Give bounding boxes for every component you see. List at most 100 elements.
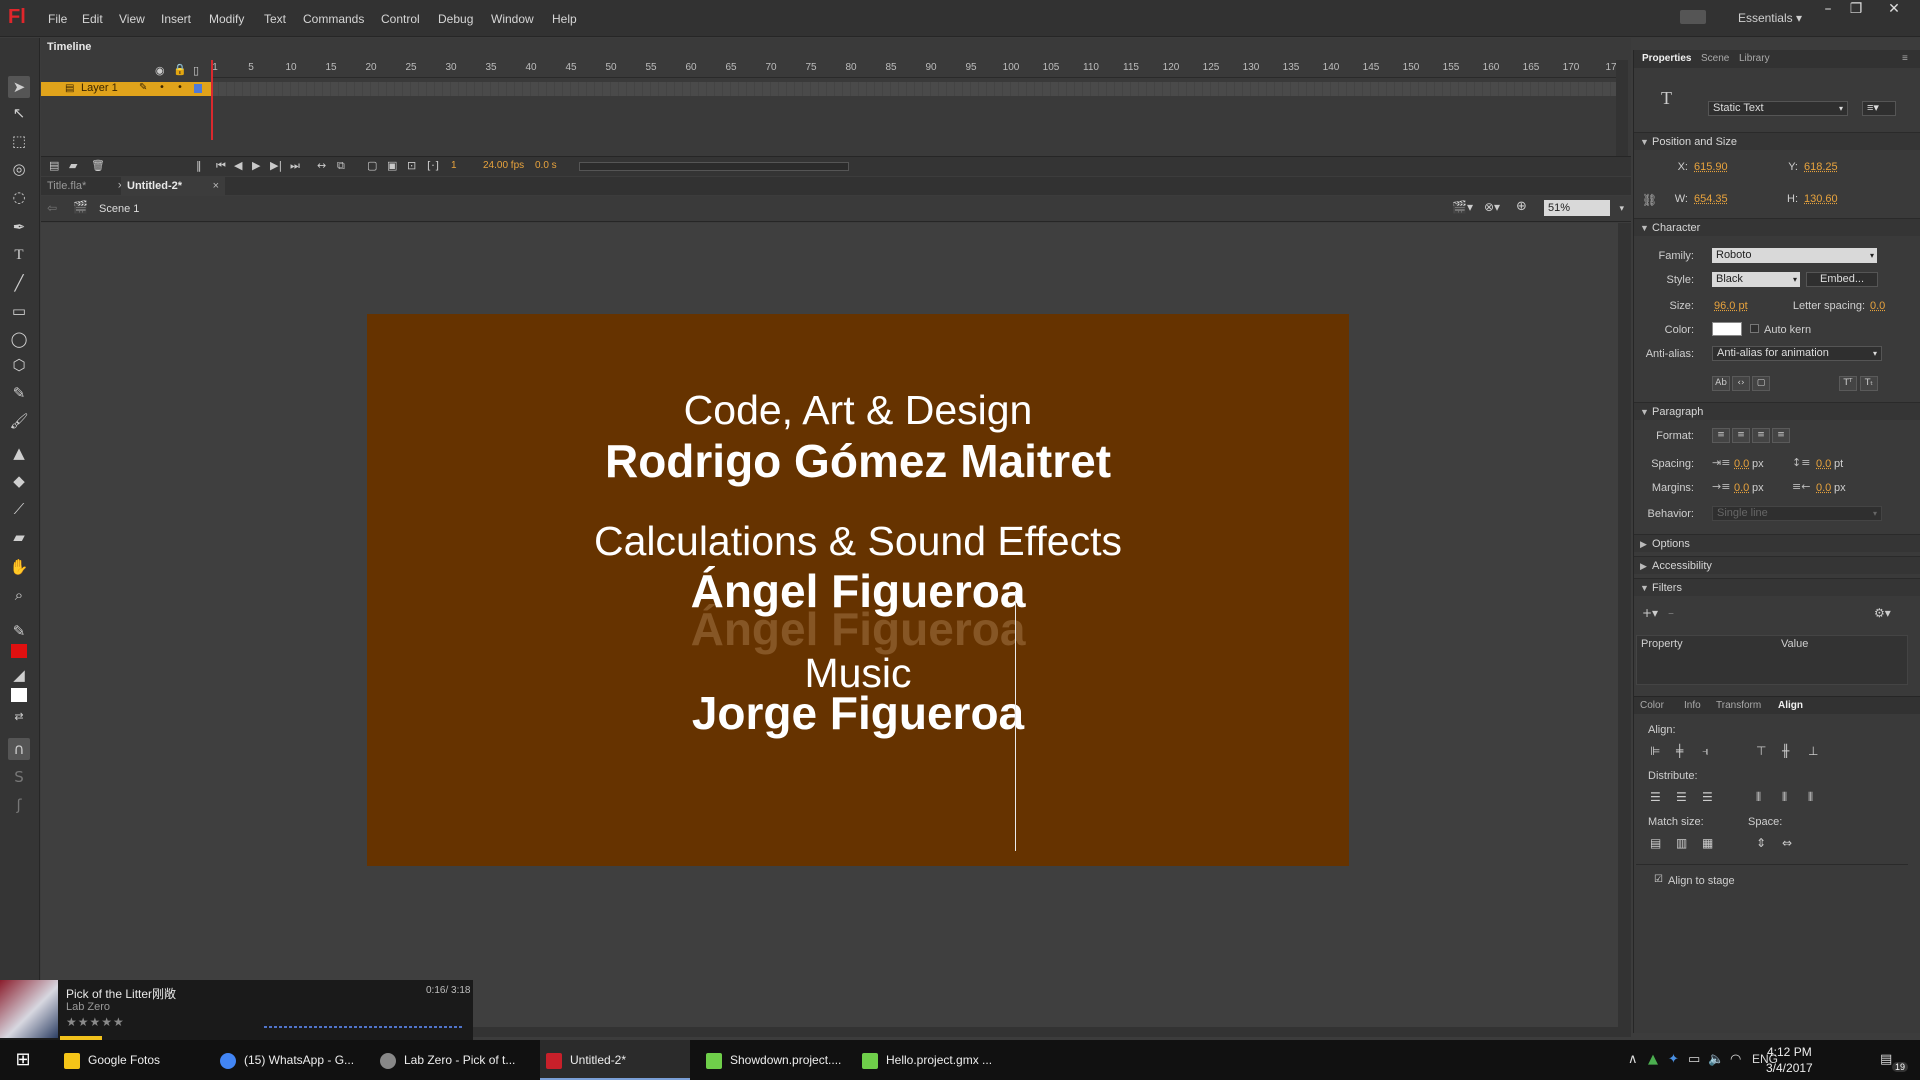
- show-border-icon[interactable]: ▢: [1752, 376, 1770, 391]
- stage-vscroll[interactable]: [1618, 223, 1631, 1027]
- match-both-icon[interactable]: ▦: [1702, 836, 1713, 850]
- font-style-select[interactable]: Black ▾: [1712, 272, 1800, 287]
- step-forward-icon[interactable]: ▶|: [270, 159, 282, 172]
- anti-alias-select[interactable]: Anti-alias for animation ▾: [1712, 346, 1882, 361]
- layer-row[interactable]: ▤ Layer 1 ✎ • •: [41, 82, 211, 96]
- rectangle-tool-icon[interactable]: ▭: [8, 300, 30, 322]
- menu-commands[interactable]: Commands: [303, 12, 364, 26]
- w-value[interactable]: 654.35: [1694, 193, 1728, 205]
- play-icon[interactable]: ▶: [252, 159, 260, 172]
- step-back-icon[interactable]: ◀: [234, 159, 242, 172]
- distribute-top-icon[interactable]: ☰: [1650, 790, 1661, 804]
- taskbar-google-fotos[interactable]: Google Fotos: [60, 1040, 214, 1080]
- section-options[interactable]: ▶ Options: [1634, 534, 1920, 552]
- line-tool-icon[interactable]: ╱: [8, 272, 30, 294]
- 3d-rotation-tool-icon[interactable]: ◎: [8, 158, 30, 180]
- onion-outline-icon[interactable]: ▢: [367, 159, 377, 172]
- lock-icon[interactable]: 🔒: [173, 63, 187, 76]
- scene-breadcrumb[interactable]: Scene 1: [99, 203, 139, 215]
- frame-rate[interactable]: 24.00 fps: [483, 160, 524, 171]
- space-vertical-icon[interactable]: ⇕: [1756, 836, 1766, 850]
- superscript-icon[interactable]: Tᵀ: [1839, 376, 1857, 391]
- menu-insert[interactable]: Insert: [161, 12, 191, 26]
- text-type-select[interactable]: Static Text ▾: [1708, 101, 1848, 116]
- credit-name-rodrigo[interactable]: Rodrigo Gómez Maitret: [367, 434, 1349, 488]
- pencil-tool-icon[interactable]: ✎: [8, 382, 30, 404]
- close-tab-icon[interactable]: ×: [213, 177, 219, 195]
- show-hide-eye-icon[interactable]: ◉: [155, 64, 165, 77]
- credit-role-code-art-design[interactable]: Code, Art & Design: [367, 387, 1349, 434]
- chevron-down-icon[interactable]: ▾: [1619, 200, 1624, 216]
- track-rating[interactable]: ★★★★★: [66, 1015, 125, 1029]
- outline-icon[interactable]: ▯: [193, 64, 199, 77]
- menu-edit[interactable]: Edit: [82, 12, 103, 26]
- section-paragraph[interactable]: ▼ Paragraph: [1634, 402, 1920, 420]
- action-center-icon[interactable]: ▤: [1880, 1052, 1892, 1067]
- swap-colors-icon[interactable]: ⇄: [8, 706, 30, 728]
- h-value[interactable]: 130.60: [1804, 193, 1838, 205]
- distribute-bottom-icon[interactable]: ☰: [1702, 790, 1713, 804]
- edit-multiple-frames-icon[interactable]: ▣: [387, 159, 397, 172]
- distribute-right-icon[interactable]: ⫴: [1808, 790, 1813, 805]
- menu-control[interactable]: Control: [381, 12, 420, 26]
- menu-modify[interactable]: Modify: [209, 12, 244, 26]
- menu-help[interactable]: Help: [552, 12, 577, 26]
- taskbar-showdown-project[interactable]: Showdown.project....: [700, 1040, 856, 1080]
- tab-transform[interactable]: Transform: [1716, 700, 1761, 711]
- tab-color[interactable]: Color: [1640, 700, 1664, 711]
- stage[interactable]: Code, Art & Design Rodrigo Gómez Maitret…: [367, 314, 1349, 866]
- lock-dot-icon[interactable]: •: [177, 82, 183, 93]
- snap-to-objects-icon[interactable]: ∩: [8, 738, 30, 760]
- close-icon[interactable]: ✕: [1880, 0, 1908, 20]
- loop-icon[interactable]: ↔: [317, 159, 326, 172]
- match-height-icon[interactable]: ▥: [1676, 836, 1687, 850]
- go-to-first-frame-icon[interactable]: ⏮: [216, 159, 226, 173]
- sync-settings-icon[interactable]: [1680, 10, 1706, 24]
- show-hidden-icons-icon[interactable]: ∧: [1628, 1052, 1638, 1067]
- align-to-stage-checkbox[interactable]: ☑: [1654, 874, 1663, 885]
- align-bottom-edge-icon[interactable]: ⊥: [1808, 744, 1818, 758]
- drive-icon[interactable]: ▲: [1648, 1052, 1658, 1067]
- workspace-switcher[interactable]: Essentials ▾: [1738, 11, 1802, 25]
- tab-properties[interactable]: Properties: [1642, 53, 1691, 64]
- minimize-icon[interactable]: –: [1814, 0, 1842, 20]
- layer-name[interactable]: Layer 1: [81, 82, 118, 94]
- taskbar-whatsapp[interactable]: (15) WhatsApp - G...: [220, 1040, 370, 1080]
- onion-skin-icon[interactable]: ⧉: [337, 159, 345, 173]
- distribute-vcenter-icon[interactable]: ☰: [1676, 790, 1687, 804]
- subscript-icon[interactable]: Tₜ: [1860, 376, 1878, 391]
- section-character[interactable]: ▼ Character: [1634, 218, 1920, 236]
- fit-frames-icon[interactable]: [·]: [427, 159, 439, 172]
- taskbar-hello-project[interactable]: Hello.project.gmx ...: [862, 1040, 1012, 1080]
- delete-layer-icon[interactable]: 🗑: [91, 159, 105, 172]
- align-left-edge-icon[interactable]: ⊫: [1650, 744, 1660, 758]
- center-frame-icon[interactable]: ‖: [196, 159, 202, 172]
- menu-file[interactable]: File: [48, 12, 67, 26]
- remove-filter-icon[interactable]: –: [1668, 606, 1674, 620]
- align-horizontal-center-icon[interactable]: ╪: [1676, 744, 1683, 758]
- auto-kern-checkbox[interactable]: [1750, 324, 1759, 333]
- layer-color-box[interactable]: [194, 84, 202, 93]
- paint-bucket-tool-icon[interactable]: ▲: [8, 442, 30, 464]
- left-margin-value[interactable]: 0.0: [1734, 482, 1749, 494]
- edit-scene-icon[interactable]: 🎬▾: [1452, 200, 1473, 214]
- align-justify-icon[interactable]: ≡: [1772, 428, 1790, 443]
- fill-bucket-icon[interactable]: ◢: [8, 664, 30, 686]
- doc-tab-untitled[interactable]: Untitled-2* ×: [121, 177, 225, 195]
- panel-menu-icon[interactable]: ≡: [1902, 53, 1908, 64]
- now-playing-widget[interactable]: Pick of the Litter刚敞 Lab Zero ★★★★★ 0:16…: [0, 980, 473, 1040]
- visibility-dot-icon[interactable]: •: [159, 82, 165, 93]
- edit-symbols-icon[interactable]: ⊗▾: [1484, 200, 1500, 214]
- doc-tab-title[interactable]: Title.fla* ×: [41, 177, 130, 195]
- playhead[interactable]: [211, 60, 213, 140]
- go-to-last-frame-icon[interactable]: ⏭: [290, 159, 300, 173]
- clock[interactable]: 4:12 PM 3/4/2017: [1766, 1044, 1813, 1076]
- volume-icon[interactable]: 🔈: [1708, 1052, 1724, 1067]
- align-top-edge-icon[interactable]: ⊤: [1756, 744, 1766, 758]
- modify-markers-icon[interactable]: ⊡: [407, 159, 416, 172]
- render-html-icon[interactable]: ‹›: [1732, 376, 1750, 391]
- frame-ruler[interactable]: 1 5 10 15 20 25 30 35 40 45 50 55 60 65 70 75 80 85 90 95 10…: [211, 60, 1617, 78]
- tab-scene[interactable]: Scene: [1701, 53, 1729, 64]
- center-stage-icon[interactable]: ⊕: [1516, 199, 1527, 214]
- back-arrow-icon[interactable]: ⇦: [47, 201, 57, 215]
